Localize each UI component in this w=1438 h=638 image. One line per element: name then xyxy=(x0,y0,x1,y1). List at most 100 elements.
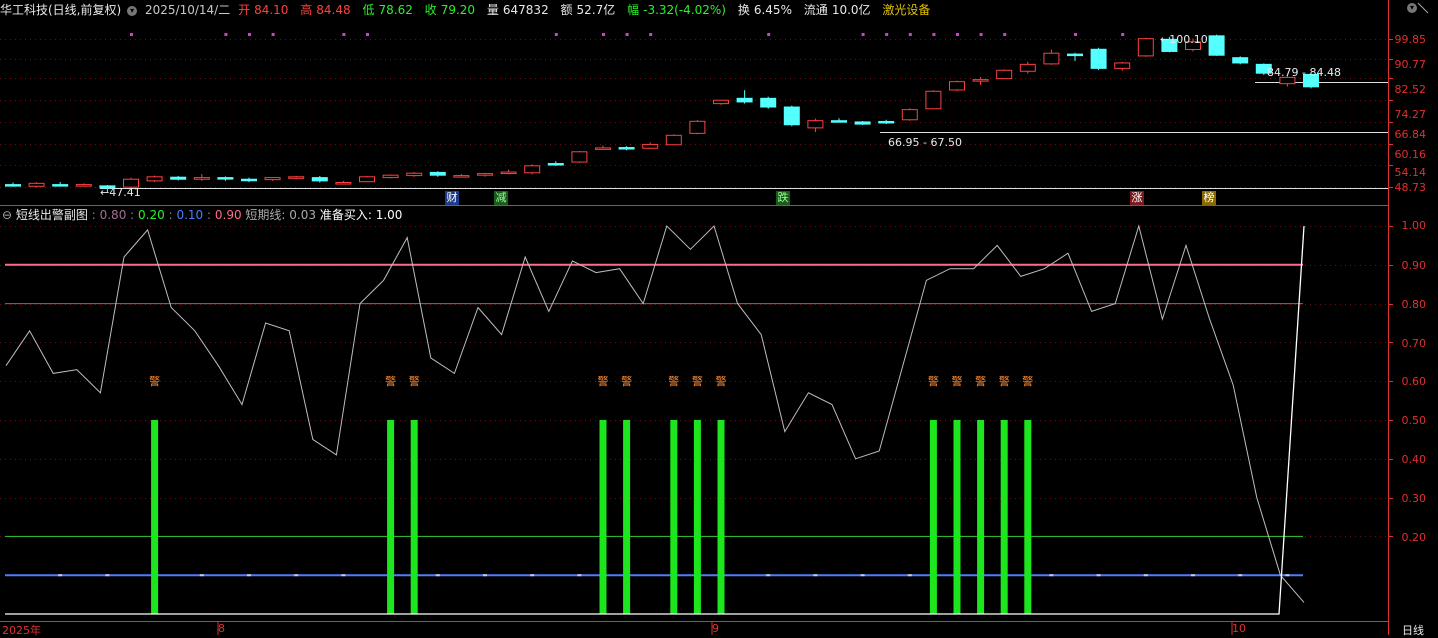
chart-stage: 警警警警警警警警警警警警警 xyxy=(0,0,1429,635)
alert-label: 警 xyxy=(598,374,609,388)
low-annotation: ←47.41 xyxy=(100,186,141,199)
indicator-tick: 0.90 xyxy=(1401,259,1427,272)
candle-body xyxy=(429,171,446,176)
alert-bar xyxy=(693,420,701,614)
close-value: 79.20 xyxy=(440,3,476,17)
alert-label: 警 xyxy=(928,374,939,388)
event-marker-rise[interactable]: 涨 xyxy=(1130,191,1144,205)
float-value: 10.0亿 xyxy=(831,3,871,17)
ref-line-marker xyxy=(813,574,818,577)
candle-body xyxy=(5,184,21,187)
candle-body xyxy=(146,176,163,182)
indicator-tick: 0.70 xyxy=(1401,337,1427,350)
ref-line-marker xyxy=(483,574,487,577)
candle-body xyxy=(406,172,423,177)
event-marker-ranking[interactable]: 榜 xyxy=(1202,191,1216,205)
indicator-name[interactable]: 短线出警副图 xyxy=(16,208,88,222)
candle-body xyxy=(760,97,777,108)
event-marker-finance[interactable]: 财 xyxy=(445,191,459,205)
ref-line-marker xyxy=(294,574,299,577)
signal-dot xyxy=(979,33,983,36)
ref-line-marker xyxy=(577,574,582,577)
ref-line-marker xyxy=(907,574,912,577)
price-tick: 66.84 xyxy=(1394,128,1427,141)
signal-dot xyxy=(908,33,912,36)
quote-date: 2025/10/14/二 xyxy=(145,3,231,17)
candle-body xyxy=(925,90,942,110)
ref-line-marker xyxy=(199,574,204,577)
period-tab[interactable]: 日线 xyxy=(1402,622,1424,638)
candle-body xyxy=(193,177,210,180)
low-value: 78.62 xyxy=(378,3,413,17)
ref-line-marker xyxy=(105,574,110,577)
alert-bar xyxy=(670,420,678,614)
candle-body xyxy=(901,109,918,121)
candle-body xyxy=(571,151,588,163)
candle-body xyxy=(382,174,399,179)
signal-dot xyxy=(649,33,653,36)
window-menu-icon[interactable]: ▾ xyxy=(1407,3,1417,13)
candle-body xyxy=(170,176,187,180)
candle-body xyxy=(28,182,45,187)
candle-body xyxy=(972,79,989,82)
ready-buy-label: 准备买入: xyxy=(319,208,372,222)
candle-body xyxy=(949,81,965,91)
ref-line-marker xyxy=(1049,574,1054,577)
param-010: 0.10 xyxy=(176,208,204,222)
open-label: 开 xyxy=(238,3,251,17)
concept-tag[interactable]: 激光设备 xyxy=(882,3,930,17)
signal-dot xyxy=(224,33,228,36)
indicator-tick: 0.20 xyxy=(1401,531,1427,544)
ref-line-marker xyxy=(766,574,771,577)
alert-label: 警 xyxy=(975,374,986,388)
event-marker-reduce[interactable]: 减 xyxy=(494,191,508,205)
candle-body xyxy=(854,121,871,125)
param-090: 0.90 xyxy=(214,208,242,222)
ready-buy-line xyxy=(5,225,1305,615)
collapse-icon[interactable]: ⊖ xyxy=(2,208,12,222)
signal-dot xyxy=(366,33,369,36)
indicator-tick: 1.00 xyxy=(1401,219,1427,232)
alert-bar xyxy=(387,420,395,614)
alert-label: 警 xyxy=(621,374,632,388)
price-tick: 74.27 xyxy=(1394,108,1427,121)
volume-label: 量 xyxy=(486,3,499,17)
candle-body xyxy=(831,120,847,123)
alert-bar xyxy=(717,420,725,614)
param-080: 0.80 xyxy=(99,208,127,222)
indicator-tick: 0.40 xyxy=(1401,453,1427,466)
candle-body xyxy=(524,165,541,174)
alert-label: 警 xyxy=(1022,374,1033,388)
stock-name[interactable]: 华工科技(日线,前复权) xyxy=(0,3,121,17)
indicator-tick: 0.30 xyxy=(1401,492,1427,505)
candle-body xyxy=(264,177,281,181)
candle-body xyxy=(52,184,69,187)
candle-body xyxy=(665,134,682,146)
signal-dot xyxy=(625,33,629,36)
price-tick: 82.52 xyxy=(1394,83,1427,96)
alert-bar xyxy=(1024,420,1032,614)
signal-dot xyxy=(767,33,771,36)
indicator-tick: 0.60 xyxy=(1401,375,1427,388)
signal-dot xyxy=(861,33,865,36)
candle-body xyxy=(878,120,895,124)
high-value: 84.48 xyxy=(316,3,351,17)
alert-label: 警 xyxy=(999,374,1010,388)
stock-dropdown-icon[interactable]: ▾ xyxy=(127,5,138,16)
signal-dot xyxy=(602,33,605,36)
alert-label: 警 xyxy=(668,374,679,388)
x-label-oct: 10 xyxy=(1232,622,1246,635)
change-label: 幅 xyxy=(627,3,640,17)
candle-body xyxy=(547,163,564,166)
event-marker-fall[interactable]: 跌 xyxy=(776,191,790,205)
candle-body xyxy=(241,178,257,182)
candle-body xyxy=(713,99,729,105)
signal-dot xyxy=(130,33,133,36)
alert-label: 警 xyxy=(409,374,420,388)
ref-line-marker xyxy=(1096,574,1101,577)
candle-body xyxy=(595,147,611,150)
candle-body xyxy=(783,106,800,126)
volume-value: 647832 xyxy=(502,3,549,17)
x-label-year: 2025年 xyxy=(2,624,41,637)
alert-bar xyxy=(929,420,937,614)
